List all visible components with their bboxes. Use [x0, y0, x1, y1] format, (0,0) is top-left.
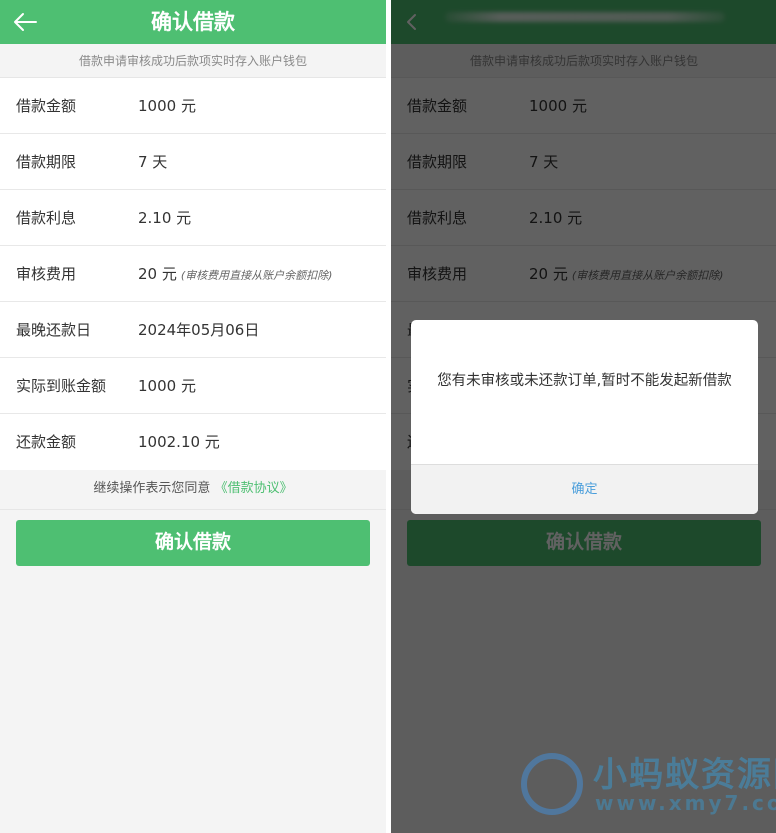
screenshot-stage: 确认借款 借款申请审核成功后款项实时存入账户钱包 借款金额 1000 元 借款期… — [0, 0, 776, 833]
page-title: 确认借款 — [151, 10, 235, 34]
alert-dialog: 您有未审核或未还款订单,暂时不能发起新借款 确定 — [411, 320, 758, 514]
header-bar: 确认借款 — [0, 0, 386, 44]
detail-value: 1002.10 元 — [138, 433, 220, 451]
detail-row-loan-interest: 借款利息 2.10 元 — [0, 190, 386, 246]
detail-row-loan-term: 借款期限 7 天 — [0, 134, 386, 190]
detail-label: 实际到账金额 — [16, 377, 107, 395]
detail-label: 还款金额 — [16, 433, 77, 451]
detail-value: 7 天 — [138, 153, 168, 171]
detail-label: 审核费用 — [16, 265, 77, 283]
watermark: 小蚂蚁资源网 www.xmy7.com — [521, 745, 776, 825]
watermark-url: www.xmy7.com — [595, 791, 776, 815]
loan-agreement-link[interactable]: 《借款协议》 — [215, 481, 293, 496]
agreement-line: 继续操作表示您同意 《借款协议》 — [0, 468, 386, 510]
dialog-ok-button[interactable]: 确定 — [411, 464, 758, 514]
watermark-logo-icon — [521, 753, 583, 815]
loan-confirm-screen-with-dialog: 借款申请审核成功后款项实时存入账户钱包 借款金额 1000 元 借款期限 7 天… — [391, 0, 776, 833]
detail-label: 借款金额 — [16, 97, 77, 115]
detail-row-review-fee: 审核费用 20 元(审核费用直接从账户余额扣除) — [0, 246, 386, 302]
detail-label: 借款利息 — [16, 209, 77, 227]
loan-confirm-screen: 确认借款 借款申请审核成功后款项实时存入账户钱包 借款金额 1000 元 借款期… — [0, 0, 386, 833]
loan-details-list: 借款金额 1000 元 借款期限 7 天 借款利息 2.10 元 审核费用 20… — [0, 78, 386, 470]
detail-value: 1000 元 — [138, 97, 196, 115]
detail-row-loan-amount: 借款金额 1000 元 — [0, 78, 386, 134]
detail-value: 2024年05月06日 — [138, 321, 260, 339]
detail-row-repayment-amount: 还款金额 1002.10 元 — [0, 414, 386, 470]
detail-value: 20 元(审核费用直接从账户余额扣除) — [138, 265, 333, 283]
watermark-text: 小蚂蚁资源网 — [593, 755, 776, 795]
detail-value: 2.10 元 — [138, 209, 192, 227]
detail-row-due-date: 最晚还款日 2024年05月06日 — [0, 302, 386, 358]
detail-value: 1000 元 — [138, 377, 196, 395]
detail-label: 最晚还款日 — [16, 321, 92, 339]
agreement-prefix: 继续操作表示您同意 — [93, 481, 211, 496]
notice-text: 借款申请审核成功后款项实时存入账户钱包 — [0, 44, 386, 78]
dialog-message: 您有未审核或未还款订单,暂时不能发起新借款 — [437, 373, 732, 389]
review-fee-note: (审核费用直接从账户余额扣除) — [180, 269, 333, 282]
confirm-loan-button[interactable]: 确认借款 — [16, 520, 370, 566]
detail-label: 借款期限 — [16, 153, 77, 171]
detail-row-received-amount: 实际到账金额 1000 元 — [0, 358, 386, 414]
